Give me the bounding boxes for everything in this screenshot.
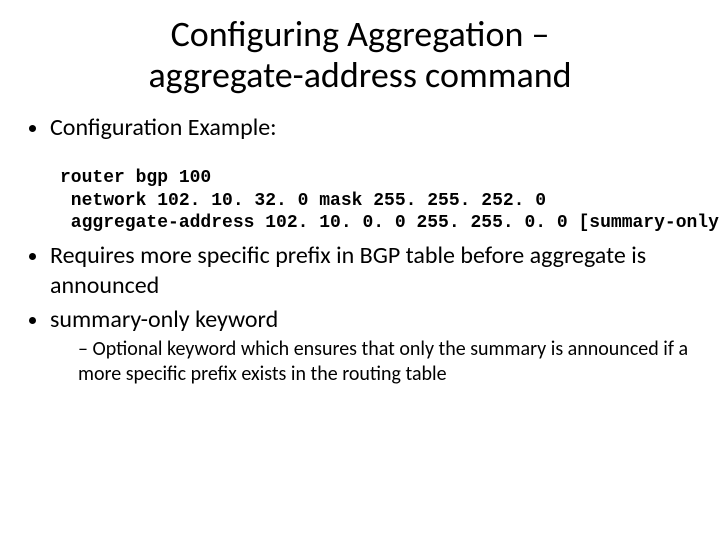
bullet-text: Configuration Example: bbox=[50, 113, 277, 142]
code-line-2: network 102. 10. 32. 0 mask 255. 255. 25… bbox=[60, 191, 546, 211]
slide: Configuring Aggregation – aggregate-addr… bbox=[0, 0, 720, 540]
title-line-2: aggregate-address command bbox=[148, 53, 571, 97]
sub-bullet-list: Optional keyword which ensures that only… bbox=[50, 337, 700, 387]
code-line-1: router bgp 100 bbox=[60, 168, 211, 188]
code-line-3: aggregate-address 102. 10. 0. 0 255. 255… bbox=[60, 213, 720, 233]
slide-title: Configuring Aggregation – aggregate-addr… bbox=[20, 14, 700, 97]
bullet-text: summary-only keyword bbox=[50, 305, 278, 334]
code-block: router bgp 100 network 102. 10. 32. 0 ma… bbox=[60, 145, 700, 235]
bullet-requires: Requires more specific prefix in BGP tab… bbox=[50, 241, 700, 301]
sub-bullet: Optional keyword which ensures that only… bbox=[78, 337, 700, 387]
title-line-1: Configuring Aggregation – bbox=[171, 12, 550, 56]
bullet-list: Configuration Example: router bgp 100 ne… bbox=[24, 113, 700, 387]
bullet-config-example: Configuration Example: router bgp 100 ne… bbox=[50, 113, 700, 235]
bullet-summary-only: summary-only keyword Optional keyword wh… bbox=[50, 305, 700, 387]
